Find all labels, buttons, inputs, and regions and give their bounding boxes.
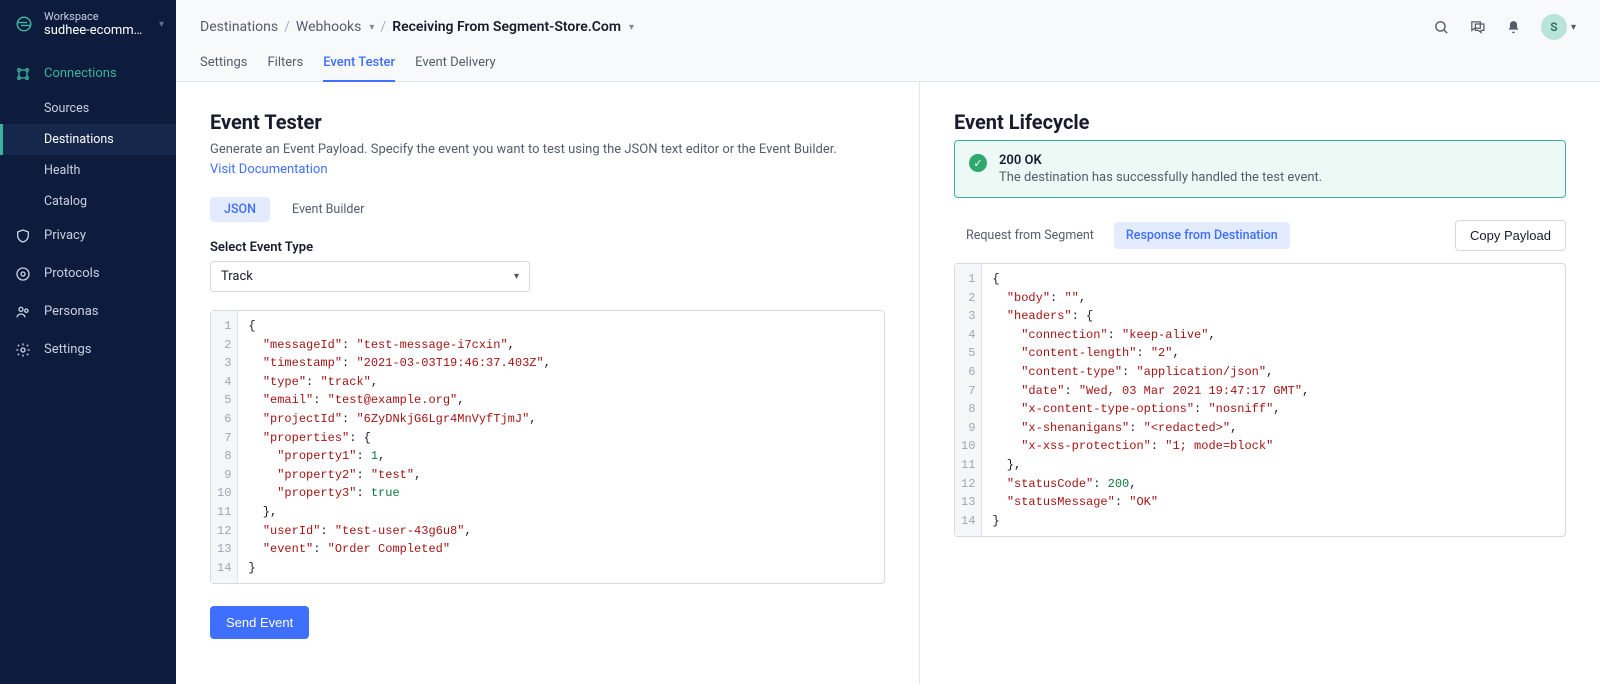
nav-connections[interactable]: Connections (0, 55, 176, 93)
breadcrumb-sep: / (284, 19, 290, 35)
editor-body[interactable]: { "messageId": "test-message-i7cxin", "t… (238, 311, 884, 583)
nav-protocols-label: Protocols (44, 266, 100, 281)
status-message: The destination has successfully handled… (999, 170, 1322, 185)
event-type-select[interactable]: Track ▾ (210, 261, 530, 292)
check-circle-icon: ✓ (969, 154, 987, 172)
tab-event-delivery[interactable]: Event Delivery (415, 45, 496, 82)
status-title: 200 OK (999, 153, 1322, 168)
chevron-down-icon[interactable]: ▾ (369, 22, 374, 33)
nav-destinations[interactable]: Destinations (0, 124, 176, 155)
avatar: S (1541, 14, 1567, 40)
page-title: Event Tester (210, 110, 885, 134)
segment-logo-icon (14, 14, 34, 34)
page-description: Generate an Event Payload. Specify the e… (210, 140, 850, 179)
personas-icon (14, 303, 32, 321)
breadcrumb-sep: / (380, 19, 386, 35)
event-type-label: Select Event Type (210, 240, 885, 255)
connections-icon (14, 65, 32, 83)
nav-catalog[interactable]: Catalog (0, 186, 176, 217)
breadcrumb: Destinations / Webhooks ▾ / Receiving Fr… (200, 19, 634, 35)
gear-icon (14, 341, 32, 359)
status-banner: ✓ 200 OK The destination has successfull… (954, 140, 1566, 198)
nav-privacy[interactable]: Privacy (0, 217, 176, 255)
response-viewer: 1234567891011121314 { "body": "", "heade… (954, 263, 1566, 537)
nav-health[interactable]: Health (0, 155, 176, 186)
workspace-switcher[interactable]: Workspace sudhee-ecommer... ▾ (0, 0, 176, 49)
payload-editor[interactable]: 1234567891011121314 { "messageId": "test… (210, 310, 885, 584)
tab-event-tester[interactable]: Event Tester (323, 45, 395, 82)
search-icon[interactable] (1433, 18, 1451, 36)
nav-protocols[interactable]: Protocols (0, 255, 176, 293)
nav-settings[interactable]: Settings (0, 331, 176, 369)
chevron-down-icon: ▾ (514, 271, 519, 282)
chevron-down-icon: ▾ (1571, 22, 1576, 33)
editor-gutter: 1234567891011121314 (211, 311, 238, 583)
breadcrumb-destinations[interactable]: Destinations (200, 19, 278, 35)
tab-filters[interactable]: Filters (267, 45, 303, 82)
shield-icon (14, 227, 32, 245)
docs-link[interactable]: Visit Documentation (210, 162, 328, 177)
chevron-down-icon[interactable]: ▾ (629, 22, 634, 33)
nav-sources[interactable]: Sources (0, 93, 176, 124)
destination-tabs: Settings Filters Event Tester Event Deli… (176, 44, 1600, 82)
breadcrumb-current: Receiving From Segment-Store.Com (392, 19, 621, 35)
event-tester-panel: Event Tester Generate an Event Payload. … (176, 82, 920, 684)
editor-mode-builder[interactable]: Event Builder (278, 197, 378, 222)
copy-payload-button[interactable]: Copy Payload (1455, 220, 1566, 251)
bell-icon[interactable] (1505, 18, 1523, 36)
editor-mode-json[interactable]: JSON (210, 197, 270, 222)
viewer-body: { "body": "", "headers": { "connection":… (982, 264, 1565, 536)
tab-request[interactable]: Request from Segment (954, 222, 1106, 249)
nav-personas-label: Personas (44, 304, 99, 319)
nav-settings-label: Settings (44, 342, 91, 357)
chevron-down-icon: ▾ (159, 19, 164, 30)
chat-icon[interactable] (1469, 18, 1487, 36)
viewer-gutter: 1234567891011121314 (955, 264, 982, 536)
nav-personas[interactable]: Personas (0, 293, 176, 331)
send-event-button[interactable]: Send Event (210, 606, 309, 639)
user-menu[interactable]: S ▾ (1541, 14, 1576, 40)
nav-connections-label: Connections (44, 66, 117, 81)
topbar: Destinations / Webhooks ▾ / Receiving Fr… (176, 0, 1600, 44)
lifecycle-title: Event Lifecycle (954, 110, 1566, 134)
breadcrumb-webhooks[interactable]: Webhooks (296, 19, 362, 35)
sidebar: Workspace sudhee-ecommer... ▾ Connection… (0, 0, 176, 684)
protocols-icon (14, 265, 32, 283)
tab-response[interactable]: Response from Destination (1114, 222, 1290, 249)
event-type-value: Track (221, 269, 253, 284)
tab-settings[interactable]: Settings (200, 45, 247, 82)
workspace-name: sudhee-ecommer... (44, 23, 149, 39)
event-lifecycle-panel: Event Lifecycle ✓ 200 OK The destination… (920, 82, 1600, 684)
nav-privacy-label: Privacy (44, 228, 86, 243)
main-area: Destinations / Webhooks ▾ / Receiving Fr… (176, 0, 1600, 684)
workspace-label: Workspace (44, 10, 149, 23)
